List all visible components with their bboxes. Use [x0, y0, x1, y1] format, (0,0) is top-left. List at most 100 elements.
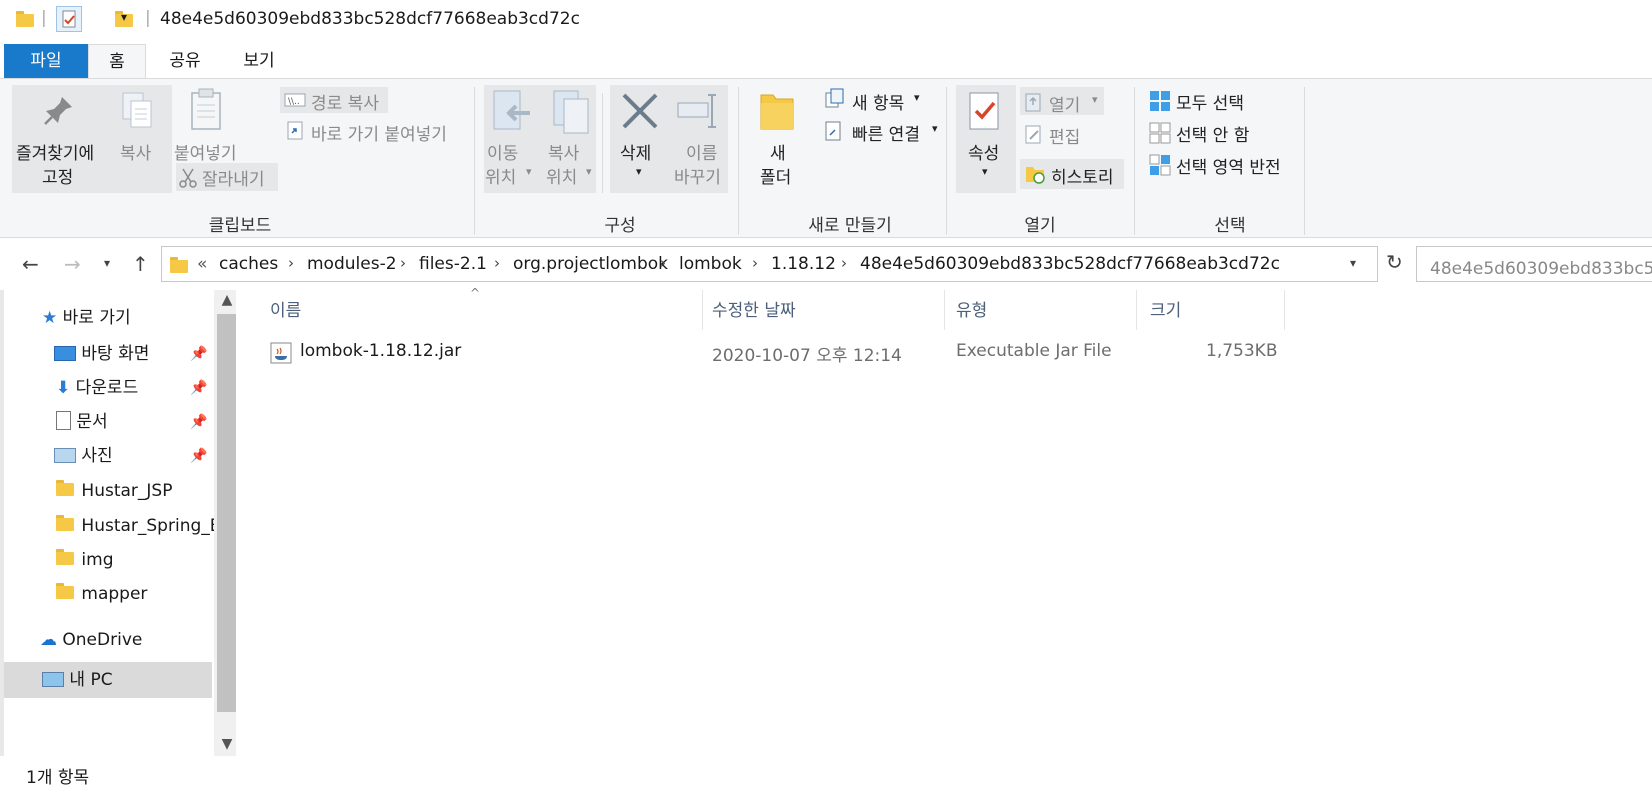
address-dropdown[interactable]: ▾ [1350, 256, 1356, 270]
invert-selection-button[interactable]: 선택 영역 반전 [1176, 153, 1281, 178]
easy-access-icon [825, 121, 841, 141]
column-header-size[interactable]: 크기 [1150, 296, 1181, 321]
move-to-icon [493, 90, 530, 130]
chevron-right-icon[interactable]: › [660, 254, 666, 272]
file-name[interactable]: lombok-1.18.12.jar [300, 341, 461, 361]
pictures-icon [54, 448, 76, 463]
edit-icon [1025, 125, 1041, 144]
select-all-button[interactable]: 모두 선택 [1176, 89, 1244, 114]
chevron-right-icon[interactable]: › [288, 254, 294, 272]
copy-path-icon: \\.. [284, 93, 306, 107]
chevron-right-icon[interactable]: › [752, 254, 758, 272]
open-button[interactable]: 열기 [1049, 91, 1080, 116]
group-organize-label: 구성 [604, 216, 636, 236]
new-folder-button[interactable]: 새 [770, 139, 786, 164]
paste-shortcut-button[interactable]: 바로 가기 붙여넣기 [311, 120, 447, 145]
properties-button[interactable]: 속성 [968, 139, 999, 164]
new-item-button[interactable]: 새 항목 [852, 89, 904, 114]
column-header-modified[interactable]: 수정한 날짜 [712, 296, 796, 321]
nav-downloads[interactable]: ⬇ 다운로드 [56, 371, 138, 405]
desktop-icon [54, 346, 76, 361]
scroll-up-icon[interactable]: ▲ [214, 292, 236, 308]
tab-share[interactable]: 공유 [156, 44, 214, 78]
crumb-modules[interactable]: modules-2 [307, 254, 397, 274]
crumb-hash[interactable]: 48e4e5d60309ebd833bc528dcf77668eab3cd72c [860, 254, 1280, 274]
nav-pictures[interactable]: 사진 [54, 439, 113, 473]
properties-quick-button[interactable] [56, 6, 82, 32]
refresh-icon[interactable]: ↻ [1386, 250, 1403, 274]
tab-home[interactable]: 홈 [88, 44, 146, 78]
crumb-caches[interactable]: caches [219, 254, 278, 274]
easy-access-dropdown[interactable]: ▾ [932, 122, 938, 135]
move-to-dropdown[interactable]: ▾ [526, 165, 532, 178]
folder-icon [56, 515, 74, 531]
chevron-right-icon[interactable]: › [841, 254, 847, 272]
copy-to-button[interactable]: 복사 [548, 139, 579, 164]
crumb-version[interactable]: 1.18.12 [771, 254, 836, 274]
forward-button[interactable]: → [64, 252, 81, 276]
copy-path-button[interactable]: 경로 복사 [311, 89, 379, 114]
nav-folder-mapper[interactable]: mapper [56, 577, 147, 611]
nav-quick-access[interactable]: ★ 바로 가기 [42, 301, 131, 335]
file-type: Executable Jar File [956, 341, 1112, 361]
properties-dropdown[interactable]: ▾ [982, 165, 988, 178]
delete-button[interactable]: 삭제 [620, 139, 651, 164]
recent-locations-dropdown[interactable]: ▾ [104, 256, 110, 270]
tab-file[interactable]: 파일 [4, 44, 88, 78]
computer-icon [42, 672, 64, 687]
tab-view[interactable]: 보기 [228, 44, 290, 78]
column-header-name[interactable]: 이름 [270, 296, 301, 321]
crumb-lombok[interactable]: lombok [679, 254, 742, 274]
nav-folder-hustar-spring[interactable]: Hustar_Spring_B [56, 509, 221, 543]
paste-button[interactable]: 붙여넣기 [174, 139, 237, 164]
jar-file-icon [270, 342, 292, 364]
nav-folder-img[interactable]: img [56, 543, 113, 577]
item-count: 1개 항목 [26, 768, 90, 788]
back-button[interactable]: ← [22, 252, 39, 276]
scroll-thumb[interactable] [217, 314, 236, 712]
column-header-type[interactable]: 유형 [956, 296, 987, 321]
pin-to-quick-access-button[interactable]: 즐겨찾기에 [16, 139, 94, 164]
search-input[interactable]: 48e4e5d60309ebd833bc528dcf77668eab3cd72c… [1416, 246, 1652, 282]
select-none-button[interactable]: 선택 안 함 [1176, 121, 1249, 146]
address-bar[interactable]: « caches › modules-2 › files-2.1 › org.p… [161, 246, 1378, 282]
up-button[interactable]: ↑ [132, 252, 149, 276]
easy-access-button[interactable]: 빠른 연결 [852, 120, 920, 145]
rename-label2: 바꾸기 [674, 168, 721, 188]
copy-to-icon [553, 90, 589, 134]
customize-toolbar-dropdown[interactable]: ▾ [121, 10, 127, 24]
group-clipboard-label: 클립보드 [208, 216, 272, 236]
copy-button[interactable]: 복사 [120, 139, 151, 164]
nav-desktop[interactable]: 바탕 화면 [54, 337, 149, 371]
select-none-icon [1149, 122, 1171, 144]
pin-icon [44, 97, 72, 125]
nav-this-pc[interactable]: 내 PC [42, 663, 113, 697]
file-modified: 2020-10-07 오후 12:14 [712, 346, 902, 366]
file-list: ^ 이름 수정한 날짜 유형 크기 lombok-1.18.12.jar 202… [240, 286, 1652, 756]
nav-scrollbar[interactable]: ▲ ▼ [214, 290, 236, 756]
chevron-right-icon[interactable]: › [400, 254, 406, 272]
history-button[interactable]: 히스토리 [1051, 163, 1114, 188]
cut-button[interactable]: 잘라내기 [202, 165, 265, 190]
rename-button[interactable]: 이름 [686, 139, 717, 164]
paste-shortcut-icon [287, 121, 303, 140]
crumb-org[interactable]: org.projectlombok [513, 254, 668, 274]
folder-icon [56, 480, 74, 496]
status-bar: 1개 항목 [0, 758, 1652, 789]
pinned-icon: 📌 [190, 380, 208, 396]
scroll-down-icon[interactable]: ▼ [214, 736, 236, 752]
history-icon [1026, 167, 1045, 184]
nav-onedrive[interactable]: ☁ OneDrive [40, 623, 142, 657]
delete-dropdown[interactable]: ▾ [636, 165, 642, 178]
chevron-right-icon[interactable]: › [494, 254, 500, 272]
open-dropdown[interactable]: ▾ [1092, 93, 1098, 106]
new-item-dropdown[interactable]: ▾ [914, 91, 920, 104]
move-to-button[interactable]: 이동 [487, 139, 518, 164]
nav-folder-hustar-jsp[interactable]: Hustar_JSP [56, 474, 172, 508]
crumb-files[interactable]: files-2.1 [419, 254, 487, 274]
nav-documents[interactable]: 문서 [56, 405, 108, 439]
copy-to-dropdown[interactable]: ▾ [586, 165, 592, 178]
edit-button[interactable]: 편집 [1049, 123, 1080, 148]
folder-icon [56, 583, 74, 599]
overflow-crumb[interactable]: « [197, 254, 207, 274]
